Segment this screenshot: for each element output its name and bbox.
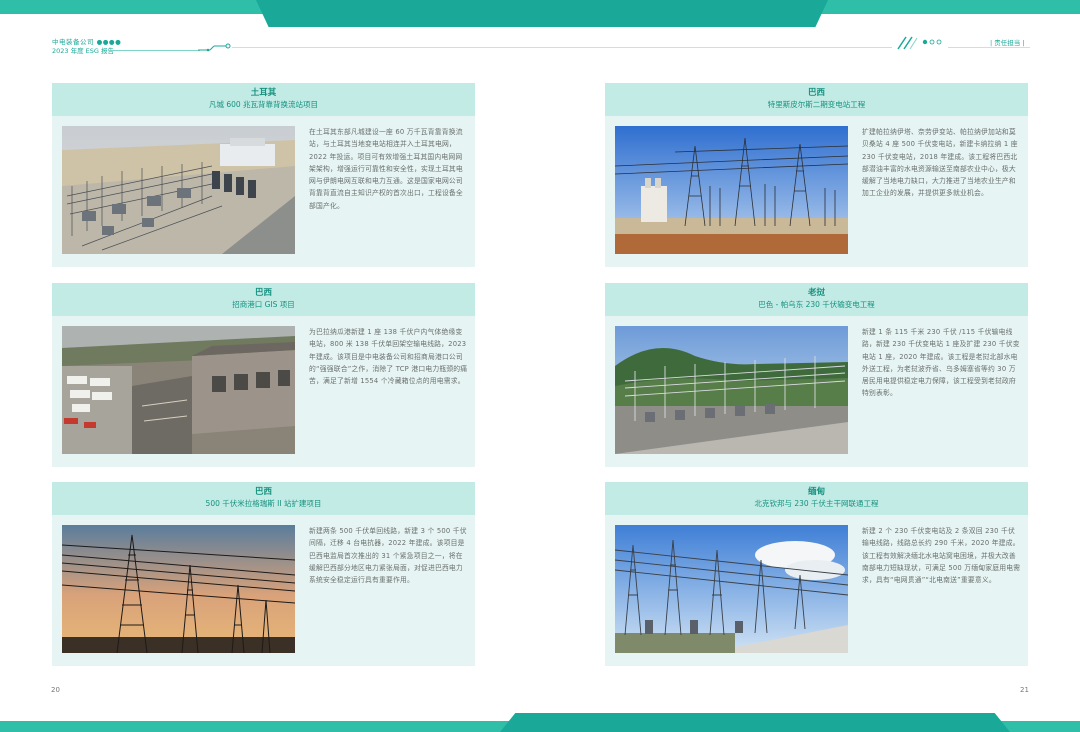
transmission-towers-photo [62,525,295,653]
substation-photo [615,126,848,254]
myanmar-substation-photo [615,525,848,653]
card-description: 为巴拉纳瓜港新建 1 座 138 千伏户内气体绝缘变电站，800 米 138 千… [309,328,468,386]
project-card-myanmar: 缅甸 北克钦邦与 230 千伏主干网联通工程 新建 2 个 230 千伏变电站及… [605,482,1028,666]
header-rule [232,47,892,48]
project-card-turkey: 土耳其 凡城 600 兆瓦背靠背换流站项目 在土耳其东部凡城建设一座 60 万千… [52,83,475,267]
card-header: 巴西 特里斯皮尔斯二期变电站工程 [605,83,1028,116]
card-country: 巴西 [254,288,272,298]
project-card-laos: 老挝 巴色 - 帕乌东 230 千伏输变电工程 新建 1 条 115 千米 23… [605,283,1028,467]
card-country: 巴西 [254,487,272,497]
card-country: 土耳其 [250,88,277,98]
card-header: 巴西 招商港口 GIS 项目 [52,283,475,316]
card-description: 扩建帕拉纳伊塔、奈劳伊变站、帕拉纳伊加站和莫贝桑站 4 座 500 千伏变电站，… [862,128,1018,198]
project-card-brazil-gis: 巴西 招商港口 GIS 项目 为巴拉纳瓜港新建 1 座 138 千伏户内气体绝缘… [52,283,475,467]
card-header: 老挝 巴色 - 帕乌东 230 千伏输变电工程 [605,283,1028,316]
card-description: 新建两条 500 千伏单回线路，新建 3 个 500 千伏间隔，迁移 4 台电抗… [309,527,467,585]
card-country: 巴西 [807,88,825,98]
report-title: 2023 年度 ESG 报告 [52,47,115,55]
card-project-title: 北克钦邦与 230 千伏主干网联通工程 [754,499,879,508]
card-description: 新建 2 个 230 千伏变电站及 2 条双回 230 千伏输电线路，线路总长约… [862,527,1021,585]
header-rule-left [110,50,200,51]
card-project-title: 特里斯皮尔斯二期变电站工程 [767,100,866,109]
card-country: 缅甸 [807,487,825,497]
project-card-brazil-substation: 巴西 特里斯皮尔斯二期变电站工程 扩建帕拉纳伊塔、奈劳伊变站、帕拉纳伊加站和莫贝… [605,83,1028,267]
bottom-tab [500,713,1010,732]
circuit-icon [198,43,231,52]
card-country: 老挝 [807,288,825,298]
card-project-title: 招商港口 GIS 项目 [232,300,295,309]
card-header: 巴西 500 千伏米拉格瑞斯 II 站扩建项目 [52,482,475,515]
page-number-left: 20 [51,686,60,694]
card-header: 土耳其 凡城 600 兆瓦背靠背换流站项目 [52,83,475,116]
card-project-title: 500 千伏米拉格瑞斯 II 站扩建项目 [205,499,322,508]
port-gis-photo [62,326,295,454]
converter-station-photo [62,126,295,254]
header-rule-right [948,47,1030,48]
page-number-right: 21 [1020,686,1029,694]
card-project-title: 凡城 600 兆瓦背靠背换流站项目 [208,100,319,109]
card-project-title: 巴色 - 帕乌东 230 千伏输变电工程 [758,300,875,309]
section-label: | 责任担当 | [990,39,1025,47]
card-description: 在土耳其东部凡城建设一座 60 万千瓦背靠背换流站，与土耳其当地变电站相连并入土… [309,128,463,210]
card-description: 新建 1 条 115 千米 230 千伏 /115 千伏输电线路，新建 230 … [862,328,1020,398]
slash-decoration-icon [897,36,918,50]
page-dots-icon [922,39,942,45]
card-header: 缅甸 北克钦邦与 230 千伏主干网联通工程 [605,482,1028,515]
top-tab [256,0,828,27]
project-card-brazil-500kv: 巴西 500 千伏米拉格瑞斯 II 站扩建项目 新建两条 500 千伏单回线路，… [52,482,475,666]
laos-substation-photo [615,326,848,454]
